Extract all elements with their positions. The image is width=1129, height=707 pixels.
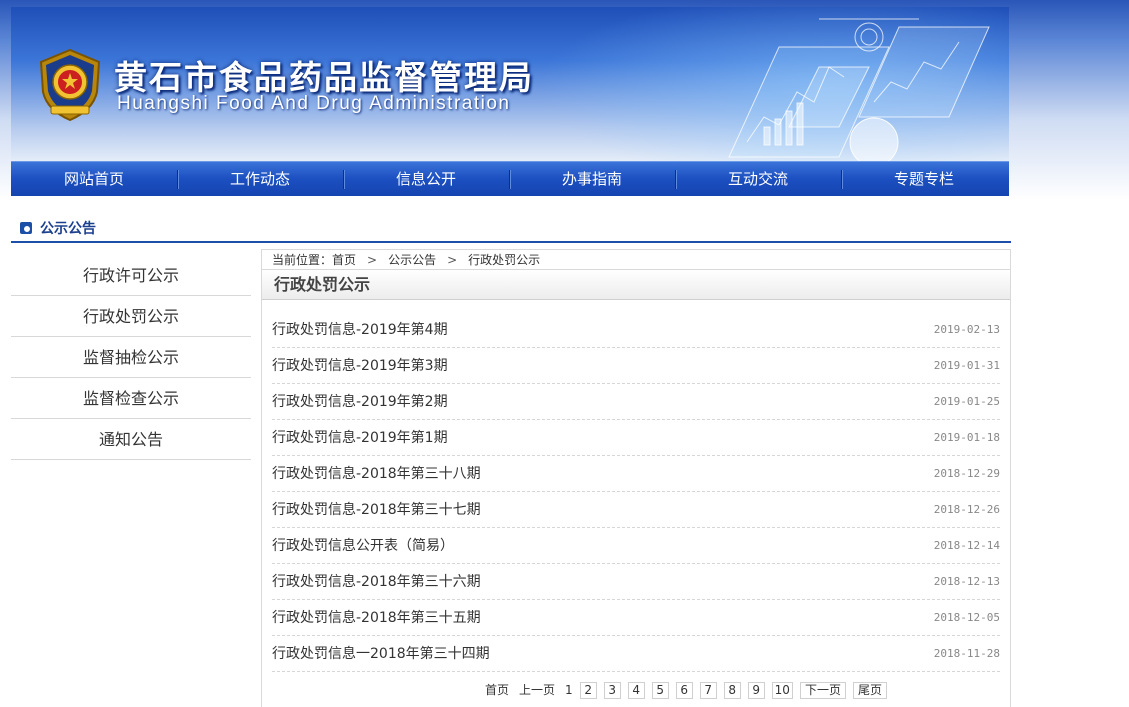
list-item-date: 2018-12-14 xyxy=(933,539,1000,552)
list-item-title[interactable]: 行政处罚信息-2019年第4期 xyxy=(272,312,448,347)
breadcrumb: 当前位置：首页 > 公示公告 > 行政处罚公示 xyxy=(262,250,1010,270)
sidebar-item-admin-license[interactable]: 行政许可公示 xyxy=(11,255,251,296)
pager-prev-button[interactable]: 上一页 xyxy=(516,682,559,699)
pager-first-button[interactable]: 首页 xyxy=(482,682,513,699)
breadcrumb-link-home[interactable]: 首页 xyxy=(332,253,356,267)
nav-item-work-news[interactable]: 工作动态 xyxy=(177,162,343,197)
list-item-title[interactable]: 行政处罚信息-2018年第三十八期 xyxy=(272,456,481,491)
pager-page-button[interactable]: 4 xyxy=(627,682,645,699)
content-panel: 当前位置：首页 > 公示公告 > 行政处罚公示 行政处罚公示 行政处罚信息-2019年第… xyxy=(261,249,1011,707)
list-item[interactable]: 行政处罚信息-2019年第3期 2019-01-31 xyxy=(272,348,1000,384)
list-item-title[interactable]: 行政处罚信息-2019年第3期 xyxy=(272,348,448,383)
list-item-date: 2018-12-29 xyxy=(933,467,1000,480)
list-item-date: 2018-11-28 xyxy=(933,647,1000,660)
list-item[interactable]: 行政处罚信息-2018年第三十五期 2018-12-05 xyxy=(272,600,1000,636)
pager-page-button[interactable]: 7 xyxy=(699,682,717,699)
nav-item-home[interactable]: 网站首页 xyxy=(11,162,177,197)
pager-last-button[interactable]: 尾页 xyxy=(852,682,887,699)
pager-page-button[interactable]: 2 xyxy=(579,682,597,699)
tech-illustration-icon xyxy=(728,18,990,161)
section-header: 公示公告 xyxy=(11,214,1011,243)
sidebar-item-admin-penalty[interactable]: 行政处罚公示 xyxy=(11,296,251,337)
nav-item-interaction[interactable]: 互动交流 xyxy=(675,162,841,197)
breadcrumb-link-notices[interactable]: 公示公告 xyxy=(388,253,436,267)
list-item[interactable]: 行政处罚信息-2018年第三十六期 2018-12-13 xyxy=(272,564,1000,600)
list-item[interactable]: 行政处罚信息-2019年第4期 2019-02-13 xyxy=(272,312,1000,348)
list-item-title[interactable]: 行政处罚信息-2018年第三十五期 xyxy=(272,600,481,635)
list-item-date: 2019-01-31 xyxy=(933,359,1000,372)
national-emblem-icon xyxy=(39,48,101,122)
nav-item-service-guide[interactable]: 办事指南 xyxy=(509,162,675,197)
nav-item-info-disclosure[interactable]: 信息公开 xyxy=(343,162,509,197)
section-title: 公示公告 xyxy=(40,221,96,237)
list-item-title[interactable]: 行政处罚信息-2019年第1期 xyxy=(272,420,448,455)
list-item[interactable]: 行政处罚信息-2019年第1期 2019-01-18 xyxy=(272,420,1000,456)
list-item-title[interactable]: 行政处罚信息-2018年第三十六期 xyxy=(272,564,481,599)
sidebar-item-supervision-inspection[interactable]: 监督检查公示 xyxy=(11,378,251,419)
nav-item-special-topics[interactable]: 专题专栏 xyxy=(841,162,1007,197)
list-item-title[interactable]: 行政处罚信息-2018年第三十七期 xyxy=(272,492,481,527)
header-banner: 黄石市食品药品监督管理局 Huangshi Food And Drug Admi… xyxy=(11,7,1009,161)
pager-page-button[interactable]: 8 xyxy=(723,682,741,699)
list-item-date: 2019-01-25 xyxy=(933,395,1000,408)
pager-page-button[interactable]: 5 xyxy=(651,682,669,699)
breadcrumb-separator: > xyxy=(367,253,378,267)
list-item-date: 2019-01-18 xyxy=(933,431,1000,444)
sidebar: 行政许可公示 行政处罚公示 监督抽检公示 监督检查公示 通知公告 xyxy=(11,255,251,460)
sidebar-item-sampling-inspection[interactable]: 监督抽检公示 xyxy=(11,337,251,378)
list-item-date: 2018-12-05 xyxy=(933,611,1000,624)
bullet-icon xyxy=(20,222,32,234)
page: 黄石市食品药品监督管理局 Huangshi Food And Drug Admi… xyxy=(11,7,1011,707)
breadcrumb-current: 行政处罚公示 xyxy=(468,253,541,267)
list-item-title[interactable]: 行政处罚信息公开表（简易） xyxy=(272,528,454,563)
list-item[interactable]: 行政处罚信息-2019年第2期 2019-01-25 xyxy=(272,384,1000,420)
page-title: 行政处罚公示 xyxy=(262,270,1010,300)
sidebar-item-notices[interactable]: 通知公告 xyxy=(11,419,251,460)
list-item-date: 2019-02-13 xyxy=(933,323,1000,336)
list-item[interactable]: 行政处罚信息-2018年第三十八期 2018-12-29 xyxy=(272,456,1000,492)
article-list: 行政处罚信息-2019年第4期 2019-02-13 行政处罚信息-2019年第3… xyxy=(272,312,1000,672)
site-title: 黄石市食品药品监督管理局 xyxy=(114,58,534,97)
breadcrumb-prefix: 当前位置： xyxy=(272,253,333,267)
list-item-date: 2018-12-13 xyxy=(933,575,1000,588)
site-subtitle: Huangshi Food And Drug Administration xyxy=(117,93,511,114)
pager-next-button[interactable]: 下一页 xyxy=(799,682,846,699)
pagination: 首页 上一页 1 2 3 4 5 6 7 8 9 10 下一页 尾页 xyxy=(482,682,894,700)
pager-page-button[interactable]: 10 xyxy=(771,682,793,699)
pager-page-button[interactable]: 3 xyxy=(603,682,621,699)
list-item[interactable]: 行政处罚信息公开表（简易） 2018-12-14 xyxy=(272,528,1000,564)
pager-current-page: 1 xyxy=(562,682,576,699)
breadcrumb-separator: > xyxy=(447,253,458,267)
list-item[interactable]: 行政处罚信息-2018年第三十七期 2018-12-26 xyxy=(272,492,1000,528)
pager-page-button[interactable]: 6 xyxy=(675,682,693,699)
list-item[interactable]: 行政处罚信息一2018年第三十四期 2018-11-28 xyxy=(272,636,1000,672)
list-item-title[interactable]: 行政处罚信息一2018年第三十四期 xyxy=(272,636,490,671)
main-nav: 网站首页 工作动态 信息公开 办事指南 互动交流 专题专栏 xyxy=(11,161,1009,196)
pager-page-button[interactable]: 9 xyxy=(747,682,765,699)
list-item-title[interactable]: 行政处罚信息-2019年第2期 xyxy=(272,384,448,419)
list-item-date: 2018-12-26 xyxy=(933,503,1000,516)
